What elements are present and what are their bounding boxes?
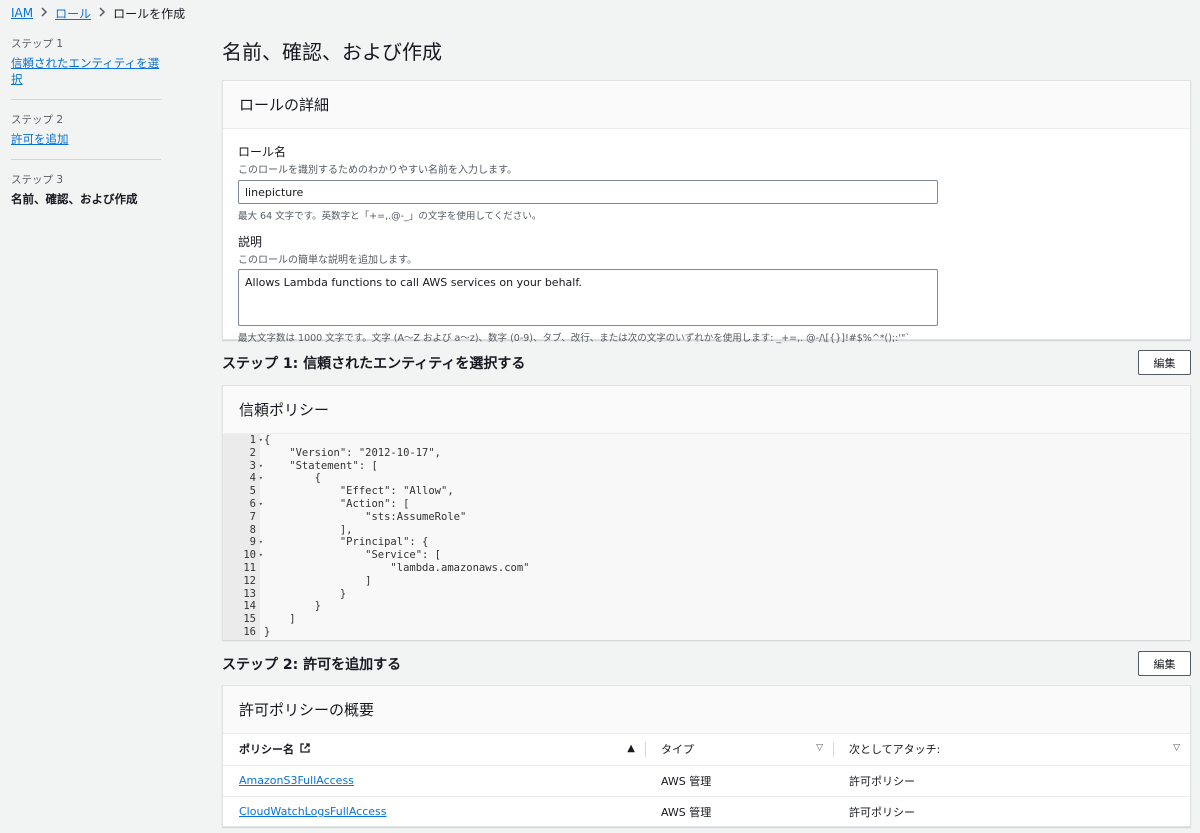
column-divider [645, 742, 646, 757]
breadcrumb: IAM ロール ロールを作成 [11, 5, 185, 21]
code-line: "Action": [ [264, 497, 410, 510]
code-line: } [264, 587, 347, 600]
code-line: ], [264, 523, 353, 536]
role-name-label: ロール名 [238, 145, 287, 159]
step2-title: ステップ 2: 許可を追加する [222, 656, 402, 673]
sort-descending-icon[interactable]: ▽ [816, 743, 823, 753]
policy-link[interactable]: AmazonS3FullAccess [239, 774, 354, 787]
column-label: ポリシー名 [239, 743, 294, 757]
code-line: { [264, 472, 321, 485]
role-name-input[interactable]: linepicture [238, 180, 938, 204]
column-header-policy-name[interactable]: ポリシー名 ▲ [223, 734, 645, 766]
description-textarea[interactable]: Allows Lambda functions to call AWS serv… [238, 269, 938, 326]
description-description: このロールの簡単な説明を追加します。 [238, 255, 417, 266]
step-number: ステップ 1 [11, 38, 64, 50]
panel-header: 信頼ポリシー [223, 386, 1190, 434]
line-number: 12 [243, 574, 256, 587]
step-link-add-permissions[interactable]: 許可を追加 [11, 131, 161, 147]
line-number: 10 [223, 549, 263, 562]
line-number: 3 [223, 460, 263, 473]
breadcrumb-roles[interactable]: ロール [55, 5, 91, 22]
column-header-type[interactable]: タイプ ▽ [645, 734, 833, 766]
description-hint: 最大文字数は 1000 文字です。文字 (A〜Z および a〜z)、数字 (0-… [238, 333, 911, 344]
edit-step1-button[interactable]: 編集 [1138, 350, 1191, 375]
step-link-select-entity[interactable]: 信頼されたエンティティを選択 [11, 55, 161, 87]
line-number-gutter: 12345678910111213141516 [223, 434, 263, 640]
code-line: } [264, 600, 321, 613]
code-line: "lambda.amazonaws.com" [264, 561, 530, 574]
breadcrumb-iam[interactable]: IAM [11, 6, 33, 20]
column-label: タイプ [661, 743, 694, 757]
chevron-right-icon [98, 6, 106, 20]
line-number: 11 [243, 561, 256, 574]
policy-type: AWS 管理 [661, 805, 712, 819]
column-divider [833, 742, 834, 757]
chevron-right-icon [40, 6, 48, 20]
step-number: ステップ 2 [11, 114, 64, 126]
panel-header: ロールの詳細 [223, 81, 1190, 129]
line-number: 2 [249, 446, 256, 459]
line-number: 13 [243, 587, 256, 600]
column-header-attached-as[interactable]: 次としてアタッチ: ▽ [833, 734, 1190, 766]
line-number: 8 [249, 523, 256, 536]
edit-step2-button[interactable]: 編集 [1138, 651, 1191, 676]
line-number: 5 [249, 485, 256, 498]
step-number: ステップ 3 [11, 174, 64, 186]
breadcrumb-current: ロールを作成 [113, 6, 186, 21]
code-line: { [264, 434, 271, 446]
code-line: "Effect": "Allow", [264, 485, 454, 498]
table-row: CloudWatchLogsFullAccess AWS 管理 許可ポリシー [223, 796, 1190, 827]
code-line: ] [264, 574, 372, 587]
code-line: } [264, 625, 271, 638]
policy-type: AWS 管理 [645, 765, 833, 797]
line-number: 7 [249, 510, 256, 523]
wizard-steps-nav: ステップ 1 信頼されたエンティティを選択 ステップ 2 許可を追加 ステップ … [11, 36, 161, 231]
code-line: "Service": [ [264, 549, 442, 562]
line-number: 6 [223, 498, 263, 511]
trust-policy-code-editor[interactable]: 12345678910111213141516 { "Version": "20… [223, 434, 1190, 640]
table-row: AmazonS3FullAccess AWS 管理 許可ポリシー [223, 765, 1190, 797]
line-number: 14 [243, 600, 256, 613]
policy-link[interactable]: CloudWatchLogsFullAccess [239, 805, 387, 818]
step1-section-header: ステップ 1: 信頼されたエンティティを選択する 編集 [222, 350, 1191, 375]
line-number: 9 [223, 536, 263, 549]
trust-policy-panel: 信頼ポリシー 12345678910111213141516 { "Versio… [222, 385, 1191, 640]
line-number: 4 [223, 472, 263, 485]
line-number: 15 [243, 613, 256, 626]
policy-attached-as: 許可ポリシー [849, 805, 915, 819]
wizard-step-1: ステップ 1 信頼されたエンティティを選択 [11, 36, 161, 100]
external-link-icon [300, 743, 310, 756]
code-line: ] [264, 613, 296, 626]
description-label: 説明 [238, 235, 263, 249]
step1-title: ステップ 1: 信頼されたエンティティを選択する [222, 355, 526, 372]
code-line: "Principal": { [264, 536, 429, 549]
code-line: "Statement": [ [264, 459, 378, 472]
code-line: "Version": "2012-10-17", [264, 446, 442, 459]
wizard-step-2: ステップ 2 許可を追加 [11, 112, 161, 160]
code-body: { "Version": "2012-10-17", "Statement": … [260, 434, 1190, 640]
policy-attached-as: 許可ポリシー [833, 765, 1190, 797]
step2-section-header: ステップ 2: 許可を追加する 編集 [222, 651, 1191, 676]
page-title: 名前、確認、および作成 [222, 40, 442, 64]
permissions-summary-panel: 許可ポリシーの概要 ポリシー名 ▲ タイプ ▽ 次としてアタッチ: ▽ Amaz… [222, 685, 1191, 827]
sort-descending-icon[interactable]: ▽ [1173, 743, 1180, 753]
column-label: 次としてアタッチ: [849, 743, 941, 757]
sort-ascending-icon[interactable]: ▲ [627, 743, 635, 754]
role-details-panel: ロールの詳細 ロール名 このロールを識別するためのわかりやすい名前を入力します。… [222, 80, 1191, 344]
line-number: 1 [223, 434, 263, 447]
code-line: "sts:AssumeRole" [264, 510, 467, 523]
role-name-description: このロールを識別するためのわかりやすい名前を入力します。 [238, 165, 517, 176]
step-current-name-review: 名前、確認、および作成 [11, 192, 138, 206]
line-number: 16 [243, 625, 256, 638]
permissions-table: ポリシー名 ▲ タイプ ▽ 次としてアタッチ: ▽ AmazonS3FullAc… [223, 734, 1190, 827]
role-name-hint: 最大 64 文字です。英数字と「+=,.@-_」の文字を使用してください。 [238, 211, 542, 222]
panel-header: 許可ポリシーの概要 [223, 686, 1190, 734]
wizard-step-3: ステップ 3 名前、確認、および作成 [11, 172, 161, 219]
